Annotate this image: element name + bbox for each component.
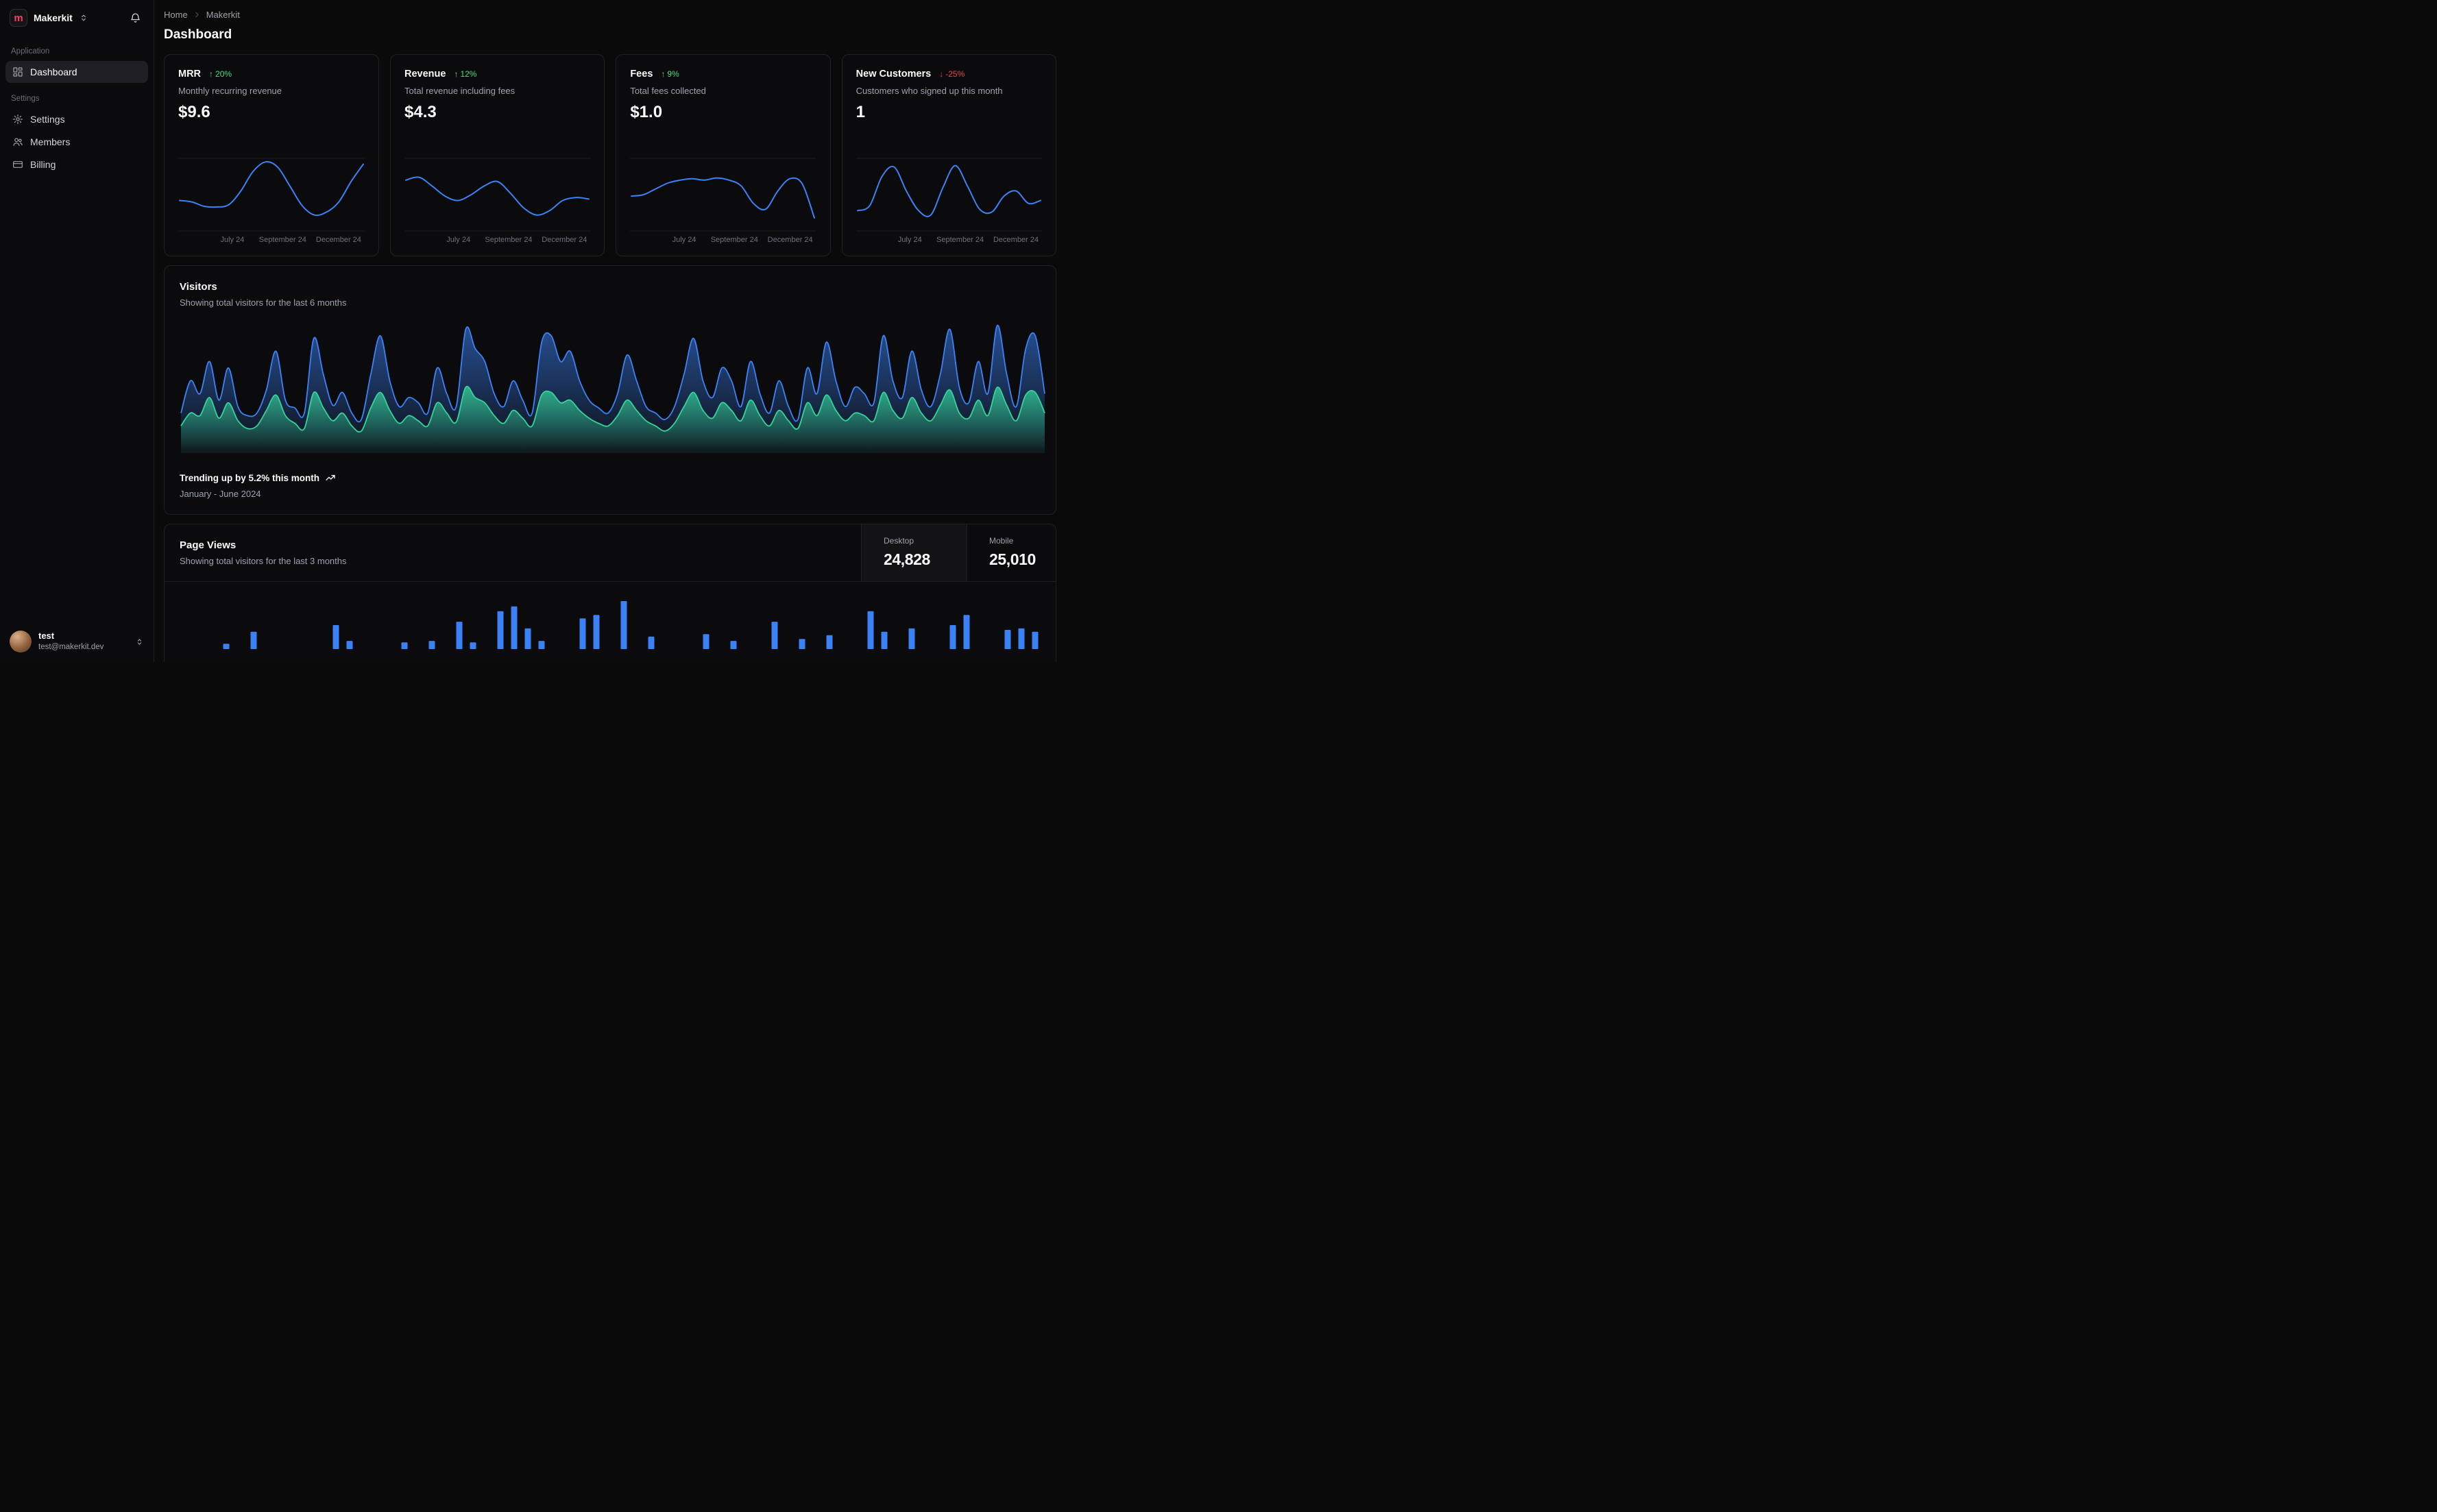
avatar bbox=[10, 631, 32, 653]
credit-card-icon bbox=[12, 159, 23, 170]
sidebar-item-label: Dashboard bbox=[30, 66, 77, 77]
breadcrumb: Home Makerkit bbox=[164, 10, 1056, 20]
chevrons-up-down-icon bbox=[135, 637, 144, 646]
stat-value: $1.0 bbox=[630, 103, 663, 121]
workspace-selector[interactable]: m Makerkit bbox=[10, 9, 121, 27]
chevrons-up-down-icon bbox=[79, 13, 88, 23]
stat-card-mrr: MRR ↑ 20% Monthly recurring revenue $9.6 … bbox=[164, 54, 379, 256]
trend-down-icon: ↓ bbox=[939, 69, 944, 79]
sidebar-item-label: Members bbox=[30, 136, 71, 147]
sidebar: m Makerkit Application Dashboard Setting… bbox=[0, 0, 154, 662]
stat-title: Revenue bbox=[404, 69, 446, 80]
sidebar-nav: Application Dashboard Settings Settings … bbox=[0, 34, 154, 179]
sidebar-item-members[interactable]: Members bbox=[5, 131, 148, 153]
visitors-title: Visitors bbox=[180, 281, 217, 293]
mobile-label: Mobile bbox=[989, 536, 1014, 546]
page-views-bar-chart bbox=[219, 601, 1042, 649]
notifications-bell-icon[interactable] bbox=[127, 10, 144, 27]
users-icon bbox=[12, 136, 23, 147]
visitors-trend-text: Trending up by 5.2% this month bbox=[180, 472, 320, 483]
trend-badge: ↓ -25% bbox=[939, 69, 965, 79]
page-views-title: Page Views bbox=[180, 539, 237, 551]
mobile-value: 25,010 bbox=[989, 550, 1036, 568]
brand-logo: m bbox=[10, 9, 27, 27]
sidebar-item-label: Settings bbox=[30, 114, 65, 125]
sidebar-item-settings[interactable]: Settings bbox=[5, 108, 148, 130]
trending-up-icon bbox=[325, 472, 336, 483]
sidebar-item-dashboard[interactable]: Dashboard bbox=[5, 61, 148, 83]
gear-icon bbox=[12, 114, 23, 125]
breadcrumb-current: Makerkit bbox=[206, 10, 240, 20]
visitors-area-chart bbox=[180, 320, 1046, 454]
nav-section-settings: Settings bbox=[11, 95, 40, 103]
visitors-date-range: January - June 2024 bbox=[180, 489, 261, 499]
new-customers-sparkline-chart: July 24 September 24 December 24 bbox=[856, 156, 1042, 246]
stat-value: 1 bbox=[856, 103, 866, 121]
sidebar-item-label: Billing bbox=[30, 159, 56, 170]
stat-subtitle: Monthly recurring revenue bbox=[178, 86, 282, 96]
mrr-sparkline-chart: July 24 September 24 December 24 bbox=[178, 156, 365, 246]
stat-title: New Customers bbox=[856, 69, 932, 80]
dashboard-grid-icon bbox=[12, 66, 23, 77]
sidebar-item-billing[interactable]: Billing bbox=[5, 154, 148, 175]
stat-subtitle: Total revenue including fees bbox=[404, 86, 516, 96]
stat-title: MRR bbox=[178, 69, 202, 80]
stat-card-revenue: Revenue ↑ 12% Total revenue including fee… bbox=[390, 54, 605, 256]
workspace-name: Makerkit bbox=[34, 12, 73, 23]
stat-card-new-customers: New Customers ↓ -25% Customers who signed… bbox=[841, 54, 1056, 256]
trend-up-icon: ↑ bbox=[454, 69, 459, 79]
desktop-value: 24,828 bbox=[884, 550, 930, 568]
user-name: test bbox=[38, 631, 55, 642]
trend-up-icon: ↑ bbox=[209, 69, 214, 79]
stat-subtitle: Total fees collected bbox=[630, 86, 706, 96]
trend-badge: ↑ 9% bbox=[661, 69, 679, 79]
page-views-card: Page Views Showing total visitors for th… bbox=[164, 524, 1056, 662]
stat-subtitle: Customers who signed up this month bbox=[856, 86, 1003, 96]
toggle-mobile[interactable]: Mobile 25,010 bbox=[967, 524, 1056, 581]
sidebar-header: m Makerkit bbox=[0, 0, 154, 34]
stat-title: Fees bbox=[630, 69, 653, 80]
visitors-subtitle: Showing total visitors for the last 6 mo… bbox=[180, 297, 347, 308]
trend-badge: ↑ 12% bbox=[454, 69, 477, 79]
toggle-desktop[interactable]: Desktop 24,828 bbox=[861, 524, 967, 581]
nav-section-application: Application bbox=[11, 47, 50, 56]
chevron-right-icon bbox=[193, 10, 202, 19]
trend-up-icon: ↑ bbox=[661, 69, 666, 79]
revenue-sparkline-chart: July 24 September 24 December 24 bbox=[404, 156, 590, 246]
desktop-label: Desktop bbox=[884, 536, 914, 546]
stat-cards-row: MRR ↑ 20% Monthly recurring revenue $9.6 … bbox=[164, 54, 1056, 256]
main-content: Home Makerkit Dashboard MRR ↑ 20% Monthly… bbox=[154, 0, 1067, 662]
visitors-card: Visitors Showing total visitors for the … bbox=[164, 265, 1056, 515]
page-views-subtitle: Showing total visitors for the last 3 mo… bbox=[180, 556, 347, 566]
user-menu[interactable]: test test@makerkit.dev bbox=[0, 621, 154, 662]
stat-value: $4.3 bbox=[404, 103, 437, 121]
trend-badge: ↑ 20% bbox=[209, 69, 232, 79]
page-title: Dashboard bbox=[164, 27, 232, 42]
fees-sparkline-chart: July 24 September 24 December 24 bbox=[630, 156, 816, 246]
breadcrumb-home[interactable]: Home bbox=[164, 10, 188, 20]
stat-value: $9.6 bbox=[178, 103, 210, 121]
user-email: test@makerkit.dev bbox=[38, 642, 104, 651]
stat-card-fees: Fees ↑ 9% Total fees collected $1.0 July … bbox=[616, 54, 831, 256]
